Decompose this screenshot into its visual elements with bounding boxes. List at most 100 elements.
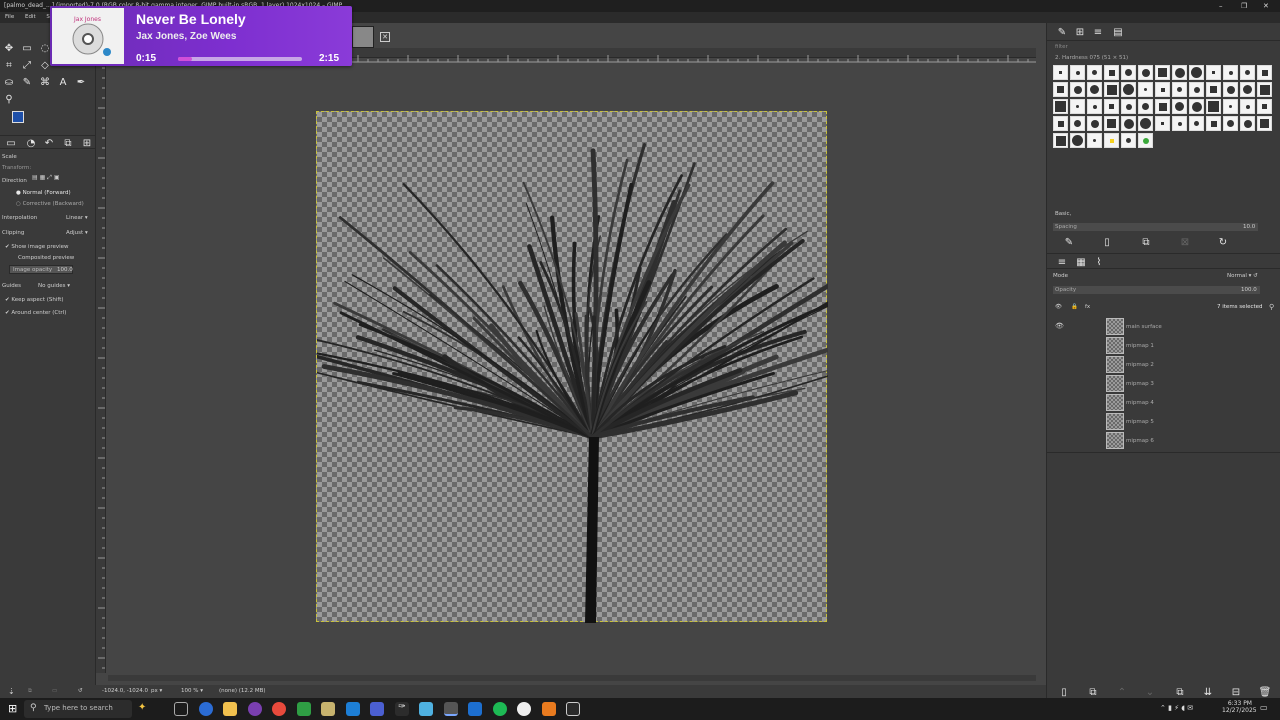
clipping-select[interactable]: Adjust ▾ xyxy=(66,230,88,236)
channels-tab-icon[interactable]: ▦ xyxy=(1074,255,1088,269)
layer-search-icon[interactable]: ⚲ xyxy=(1269,303,1274,311)
reset-icon[interactable]: ↺ xyxy=(78,685,83,698)
tab-menu-icon[interactable]: ⊞ xyxy=(80,136,94,150)
brush-cell[interactable] xyxy=(1053,82,1068,97)
brush-cell[interactable] xyxy=(1121,82,1136,97)
layer-row[interactable]: mipmap 3 xyxy=(1047,374,1280,393)
transform-mode-buttons[interactable]: ▤ ▦ ⤢ ▣ xyxy=(32,164,72,181)
around-center-checkbox[interactable]: ✔ Around center (Ctrl) xyxy=(5,310,66,316)
transform-tool-icon[interactable]: ⤢ xyxy=(20,58,34,72)
lower-layer-icon[interactable]: ⌄ xyxy=(1143,685,1157,699)
brush-cell[interactable] xyxy=(1121,99,1136,114)
minimize-button[interactable]: – xyxy=(1219,0,1223,12)
keep-aspect-checkbox[interactable]: ✔ Keep aspect (Shift) xyxy=(5,297,64,303)
brush-cell[interactable] xyxy=(1138,116,1153,131)
brush-cell[interactable] xyxy=(1223,99,1238,114)
composited-preview-checkbox[interactable]: Composited preview xyxy=(18,255,74,261)
taskbar-search[interactable]: ⚲ Type here to search ✦ xyxy=(24,700,146,718)
app-icon-5[interactable] xyxy=(419,702,433,716)
delete-layer-icon[interactable]: 🗑 xyxy=(1258,685,1272,699)
mask-layer-icon[interactable]: ⊟ xyxy=(1229,685,1243,699)
brush-cell[interactable] xyxy=(1206,99,1221,114)
image-tab-thumbnail[interactable] xyxy=(352,26,374,48)
fonts-tab-icon[interactable]: ≡ xyxy=(1091,25,1105,39)
edit-brush-icon[interactable]: ✎ xyxy=(1062,235,1076,249)
new-brush-icon[interactable]: ▯ xyxy=(1100,235,1114,249)
direction-normal-radio[interactable]: ● Normal (Forward) xyxy=(16,190,71,196)
layer-row[interactable]: mipmap 5 xyxy=(1047,412,1280,431)
brush-cell[interactable] xyxy=(1240,65,1255,80)
app-icon-6[interactable] xyxy=(468,702,482,716)
brush-cell[interactable] xyxy=(1053,99,1068,114)
mode-select[interactable]: Normal ▾ ↺ xyxy=(1227,273,1258,279)
rect-select-icon[interactable]: ▭ xyxy=(20,41,34,55)
brush-cell[interactable] xyxy=(1189,65,1204,80)
tool-options-tab-icon[interactable]: ▭ xyxy=(4,136,18,150)
new-group-icon[interactable]: ⧉ xyxy=(1086,685,1100,699)
device-status-tab-icon[interactable]: ◔ xyxy=(24,136,38,150)
color-picker-icon[interactable]: ✒ xyxy=(74,75,88,89)
brush-filter-input[interactable]: filter xyxy=(1055,44,1068,50)
layer-row[interactable]: mipmap 1 xyxy=(1047,336,1280,355)
brush-cell[interactable] xyxy=(1257,82,1272,97)
app-icon-1[interactable] xyxy=(248,702,262,716)
images-tab-icon[interactable]: ⧉ xyxy=(61,136,75,150)
layer-row[interactable]: mipmap 2 xyxy=(1047,355,1280,374)
brush-cell[interactable] xyxy=(1172,65,1187,80)
app-icon-2[interactable] xyxy=(297,702,311,716)
duplicate-brush-icon[interactable]: ⧉ xyxy=(1139,235,1153,249)
spotify-icon[interactable] xyxy=(493,702,507,716)
brush-cell[interactable] xyxy=(1121,65,1136,80)
text-tool-icon[interactable]: A xyxy=(56,75,70,89)
brush-cell[interactable] xyxy=(1172,82,1187,97)
image-tab-close-icon[interactable]: ✕ xyxy=(380,32,390,42)
brush-cell[interactable] xyxy=(1257,99,1272,114)
brush-cell[interactable] xyxy=(1104,65,1119,80)
brush-cell[interactable] xyxy=(1104,82,1119,97)
brush-cell[interactable] xyxy=(1189,99,1204,114)
new-layer-icon[interactable]: ▯ xyxy=(1057,685,1071,699)
image-opacity-slider[interactable]: Image opacity 100.0 xyxy=(9,265,73,274)
brush-cell[interactable] xyxy=(1087,82,1102,97)
app-icon-7[interactable] xyxy=(517,702,531,716)
merge-layer-icon[interactable]: ⇊ xyxy=(1201,685,1215,699)
app-icon-3[interactable] xyxy=(370,702,384,716)
path-tool-icon[interactable]: ⌘ xyxy=(38,75,52,89)
brush-cell[interactable] xyxy=(1138,82,1153,97)
brush-cell[interactable] xyxy=(1104,133,1119,148)
interpolation-select[interactable]: Linear ▾ xyxy=(66,215,88,221)
vscode-icon[interactable] xyxy=(346,702,360,716)
refresh-brushes-icon[interactable]: ↻ xyxy=(1216,235,1230,249)
app-icon-9[interactable] xyxy=(566,702,580,716)
brush-cell[interactable] xyxy=(1087,133,1102,148)
brush-cell[interactable] xyxy=(1070,65,1085,80)
brush-cell[interactable] xyxy=(1189,116,1204,131)
spacing-slider[interactable]: Spacing 10.0 xyxy=(1053,223,1258,231)
notification-icon[interactable]: ▭ xyxy=(1260,703,1268,712)
brush-cell[interactable] xyxy=(1223,82,1238,97)
brushes-tab-icon[interactable]: ✎ xyxy=(1055,25,1069,39)
brush-cell[interactable] xyxy=(1206,65,1221,80)
brush-cell[interactable] xyxy=(1155,65,1170,80)
brush-cell[interactable] xyxy=(1053,116,1068,131)
brush-cell[interactable] xyxy=(1070,99,1085,114)
layer-visibility-icon[interactable]: 👁 xyxy=(1055,322,1064,330)
menu-file[interactable]: File xyxy=(5,14,14,20)
guides-select[interactable]: No guides ▾ xyxy=(38,283,70,289)
brush-cell[interactable] xyxy=(1172,99,1187,114)
brush-cell[interactable] xyxy=(1240,99,1255,114)
zoom-tool-icon[interactable]: ⚲ xyxy=(2,92,16,106)
document-history-tab-icon[interactable]: ▤ xyxy=(1111,25,1125,39)
brush-cell[interactable] xyxy=(1087,65,1102,80)
brush-cell[interactable] xyxy=(1257,65,1272,80)
zoom-select[interactable]: 100 % ▾ xyxy=(181,685,203,698)
edge-icon[interactable] xyxy=(199,702,213,716)
progress-track[interactable] xyxy=(178,57,302,61)
maximize-button[interactable]: ❐ xyxy=(1241,0,1247,12)
paths-tab-icon[interactable]: ⌇ xyxy=(1092,255,1106,269)
crop-tool-icon[interactable]: ⌗ xyxy=(2,58,16,72)
brush-cell[interactable] xyxy=(1138,99,1153,114)
move-tool-icon[interactable]: ✥ xyxy=(2,41,16,55)
raise-layer-icon[interactable]: ⌃ xyxy=(1115,685,1129,699)
taskbar-clock[interactable]: 6:33 PM 12/27/2025 xyxy=(1222,700,1257,714)
